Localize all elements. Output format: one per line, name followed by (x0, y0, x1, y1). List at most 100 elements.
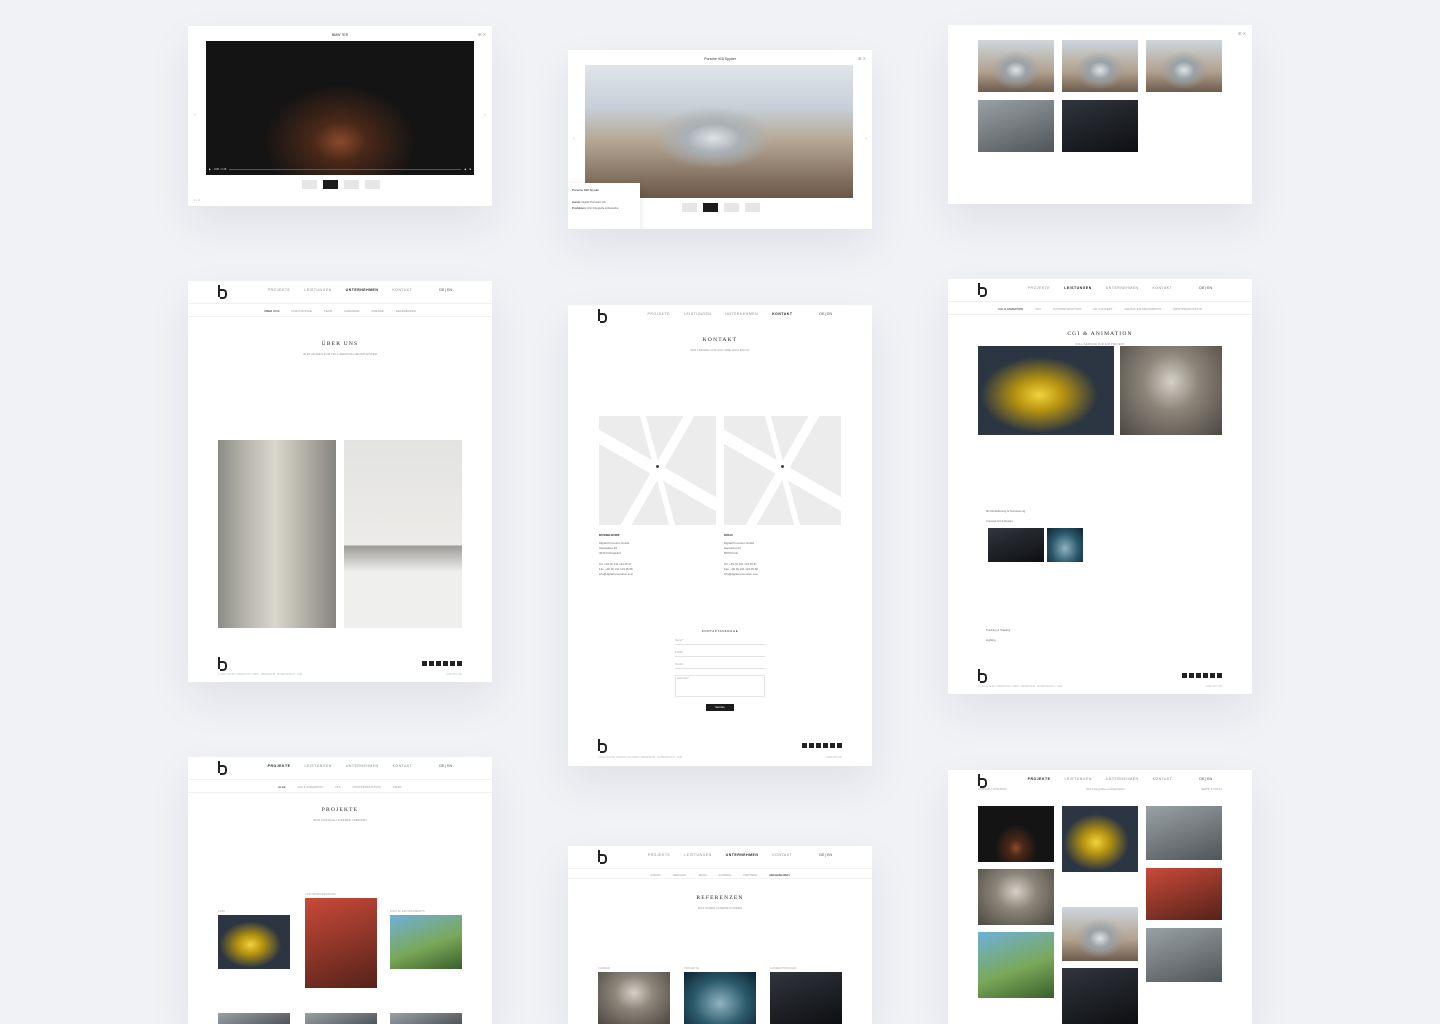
legal-links[interactable]: © 2018 DIGITAL PROMOTION GMBH · IMPRESSU… (978, 685, 1062, 688)
info-label: Kunde: (572, 201, 581, 204)
lang-switch[interactable]: DE | EN (439, 764, 452, 768)
footer-lang[interactable]: ENGLISH | DE (1206, 685, 1222, 688)
gallery-image[interactable] (1146, 40, 1222, 92)
lang-switch[interactable]: DE | EN (1199, 777, 1212, 781)
gallery-image[interactable] (1062, 907, 1138, 961)
gallery-image[interactable] (1062, 806, 1138, 872)
page-title: REFERENZEN (696, 895, 744, 901)
gallery-image[interactable] (978, 40, 1054, 92)
card-project-gallery: PROJEKTE LEISTUNGEN UNTERNEHMEN KONTAKT DE … (948, 770, 1252, 1024)
prev-arrow-icon[interactable]: ‹ (573, 136, 575, 142)
breadcrumb[interactable]: ZURÜCK | KONTAKT (978, 787, 1007, 791)
project-tag: AUTOMOBILWERBUNG (305, 893, 337, 896)
reference-label: AUSZEICHNUNGEN (770, 967, 797, 970)
inline-image[interactable] (1047, 528, 1083, 562)
modal-controls[interactable]: ⊞ ✕ (858, 56, 866, 61)
social-icons[interactable] (1182, 672, 1222, 678)
gallery-image[interactable] (978, 932, 1054, 998)
page-subtitle: WIR FREUEN UNS AUF IHRE NACHRICHT (690, 348, 750, 352)
form-title: KONTAKTANFRAGE (701, 629, 739, 633)
reference-label: KUNDEN (598, 967, 610, 970)
reference-image[interactable] (770, 972, 842, 1024)
modal-controls[interactable]: ⊞ ✕ (1238, 31, 1246, 36)
prev-arrow-icon[interactable]: ‹ (194, 112, 196, 118)
page-title: ÜBER UNS (321, 341, 359, 347)
footer-lang[interactable]: ENGLISH | DE (446, 673, 462, 676)
sub-nav[interactable]: ÜBER UNS PHILOSOPHIE TEAM KARRIERE PRESSE REF… (188, 303, 492, 317)
info-value: CGI Fotografie & Retusche (587, 207, 619, 210)
reference-image[interactable] (684, 972, 756, 1024)
bullet-item: Concept Art & Design (986, 519, 1013, 523)
gallery-image[interactable] (1062, 40, 1138, 92)
gallery-image[interactable] (978, 806, 1054, 862)
footer-logo[interactable] (598, 739, 607, 753)
lang-switch[interactable]: DE | EN (439, 288, 452, 292)
next-arrow-icon[interactable]: › (865, 136, 867, 142)
footer-lang[interactable]: ENGLISH | DE (826, 756, 842, 759)
info-value: Digital Promotion AG (581, 201, 606, 204)
gallery-image[interactable] (1146, 868, 1222, 920)
project-tag: DIGITAL ENVIRONMENTS (390, 910, 425, 913)
thumbnail-strip[interactable] (682, 203, 760, 212)
footer-logo[interactable] (978, 669, 987, 683)
lang-switch[interactable]: DE | EN (1199, 286, 1212, 290)
page-subtitle: IN 20 JAHREN ZUM FULL-SERVICE-DIENSTLEIS… (302, 352, 378, 356)
thumbnail-strip[interactable] (302, 180, 380, 189)
card-references: PROJEKTE LEISTUNGEN UNTERNEHMEN KONTAKT DE … (568, 846, 872, 1024)
social-icons[interactable] (802, 742, 842, 748)
gallery-caption: CGI Fotografie und Retusche (1086, 787, 1126, 791)
page-title: PROJEKTE (321, 807, 359, 813)
sub-nav[interactable]: ALLE CGI & ANIMATION VFX POSTPRODUKTION PRIN… (188, 779, 492, 793)
volume-icon[interactable]: ◆ (464, 168, 466, 171)
play-icon[interactable]: ▶ (209, 168, 211, 171)
lang-switch[interactable]: DE | EN (819, 853, 832, 857)
fullscreen-icon[interactable]: ■ (469, 168, 471, 171)
project-thumb[interactable] (218, 915, 290, 969)
reference-image[interactable] (598, 972, 670, 1024)
modal-controls[interactable]: ⊞ ✕ (478, 32, 486, 37)
legal-links[interactable]: © 2018 DIGITAL PROMOTION GMBH · IMPRESSU… (598, 756, 682, 759)
info-panel: Porsche 918 Spyder Kunde: Digital Promot… (568, 183, 640, 229)
map-koeln[interactable] (724, 416, 841, 525)
lang-switch[interactable]: DE | EN (819, 312, 832, 316)
gallery-image[interactable] (978, 100, 1054, 152)
gallery-image[interactable] (1146, 928, 1222, 982)
bullet-item: Lighting (986, 638, 996, 642)
project-thumb[interactable] (305, 1013, 377, 1024)
gallery-image[interactable] (978, 869, 1054, 925)
sub-nav[interactable]: CGI & ANIMATION VFX POSTPRODUKTION 3D CONCE… (948, 301, 1252, 315)
gallery-image[interactable] (1146, 806, 1222, 860)
modal-title: Porsche 918 Spyder (704, 57, 736, 61)
hero-image[interactable] (978, 346, 1114, 435)
phone-field[interactable]: Telefon (675, 663, 765, 669)
page-title: CGI & ANIMATION (1067, 331, 1133, 337)
hero-image[interactable] (1120, 346, 1222, 435)
modal-title: BMW 7ER (331, 33, 349, 37)
sub-nav[interactable]: VISION VERLAUF TEAM KUNDEN PARTNER REFERENZEN (568, 868, 872, 879)
card-cgi: PROJEKTE LEISTUNGEN UNTERNEHMEN KONTAKT DE … (948, 279, 1252, 694)
info-title: Porsche 918 Spyder (572, 188, 600, 192)
office-photo (344, 440, 462, 628)
page-indicator: 1 / 4 (194, 199, 201, 202)
gallery-image[interactable] (1062, 100, 1138, 152)
message-field[interactable]: Nachricht* (675, 675, 765, 697)
video-time: 0:00 / 1:48 (214, 168, 227, 171)
map-duesseldorf[interactable] (599, 416, 716, 525)
video-player[interactable]: ▶ 0:00 / 1:48 ◆ ■ (206, 41, 474, 175)
email-field[interactable]: E-Mail* (675, 651, 765, 657)
project-thumb[interactable] (305, 898, 377, 988)
project-thumb[interactable] (390, 1013, 462, 1024)
video-progress[interactable] (229, 169, 462, 170)
legal-links[interactable]: © 2018 DIGITAL PROMOTION GMBH · IMPRESSU… (218, 673, 302, 676)
reference-label: PROJEKTE (684, 967, 700, 970)
project-thumb[interactable] (390, 915, 462, 969)
card-about: PROJEKTE LEISTUNGEN UNTERNEHMEN KONTAKT DE … (188, 281, 492, 682)
project-thumb[interactable] (218, 1013, 290, 1024)
gallery-image[interactable] (1062, 968, 1138, 1024)
name-field[interactable]: Name* (675, 639, 765, 645)
footer-logo[interactable] (218, 657, 227, 671)
social-icons[interactable] (422, 660, 462, 666)
submit-button[interactable]: Senden (706, 704, 734, 711)
next-arrow-icon[interactable]: › (484, 112, 486, 118)
inline-image[interactable] (988, 528, 1044, 562)
